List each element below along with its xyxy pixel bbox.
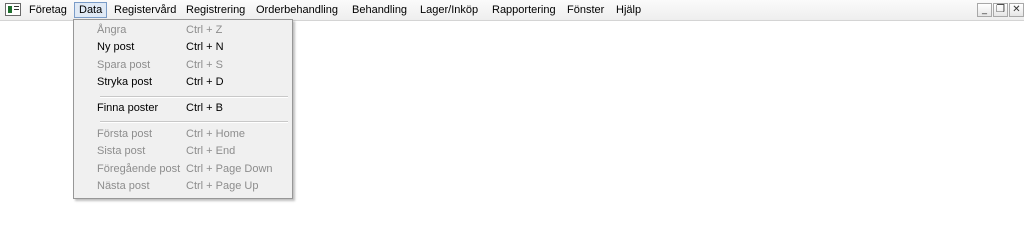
app-window-icon[interactable] xyxy=(5,3,21,16)
menu-rapportering[interactable]: Rapportering xyxy=(488,2,560,18)
restore-icon[interactable]: ❐ xyxy=(993,3,1008,17)
menu-item-shortcut: Ctrl + End xyxy=(186,145,236,157)
menu-registrering[interactable]: Registrering xyxy=(182,2,249,18)
menu-fonster-label: Fönster xyxy=(567,4,605,16)
menu-hjalp[interactable]: Hjälp xyxy=(612,2,645,18)
menu-item-shortcut: Ctrl + S xyxy=(186,59,223,71)
menu-item-spara-post[interactable]: Spara post Ctrl + S xyxy=(76,57,290,74)
menu-item-ny-post[interactable]: Ny post Ctrl + N xyxy=(76,39,290,56)
menu-item-shortcut: Ctrl + Page Up xyxy=(186,180,259,192)
menu-item-label: Första post xyxy=(97,128,153,140)
menu-lager-inkop-label: Lager/Inköp xyxy=(420,4,479,16)
menu-item-shortcut: Ctrl + Home xyxy=(186,128,245,140)
menu-item-forsta-post[interactable]: Första post Ctrl + Home xyxy=(76,126,290,143)
menu-hjalp-label: Hjälp xyxy=(616,4,642,16)
menu-item-shortcut: Ctrl + Page Down xyxy=(186,163,273,175)
menu-item-label: Föregående post xyxy=(97,163,181,175)
menu-item-label: Ny post xyxy=(97,41,135,53)
menu-registrering-label: Registrering xyxy=(186,4,246,16)
menu-item-label: Stryka post xyxy=(97,76,153,88)
menu-lager-inkop[interactable]: Lager/Inköp xyxy=(416,2,482,18)
menu-item-label: Nästa post xyxy=(97,180,150,192)
menu-item-nasta-post[interactable]: Nästa post Ctrl + Page Up xyxy=(76,178,290,195)
menu-foretag-label: Företag xyxy=(29,4,67,16)
menu-orderbehandling[interactable]: Orderbehandling xyxy=(252,2,342,18)
data-menu-dropdown: Ångra Ctrl + Z Ny post Ctrl + N Spara po… xyxy=(73,19,293,199)
menu-item-label: Ångra xyxy=(97,24,127,36)
close-icon[interactable]: ✕ xyxy=(1009,3,1024,17)
menu-registervard[interactable]: Registervård xyxy=(110,2,180,18)
menu-item-shortcut: Ctrl + N xyxy=(186,41,224,53)
menu-item-shortcut: Ctrl + B xyxy=(186,102,223,114)
menu-data[interactable]: Data xyxy=(74,2,108,18)
menu-item-shortcut: Ctrl + D xyxy=(186,76,224,88)
menu-item-angra[interactable]: Ångra Ctrl + Z xyxy=(76,22,290,39)
menu-item-label: Spara post xyxy=(97,59,151,71)
menu-behandling-label: Behandling xyxy=(352,4,408,16)
menu-separator xyxy=(100,96,288,98)
menu-item-label: Sista post xyxy=(97,145,146,157)
menu-item-sista-post[interactable]: Sista post Ctrl + End xyxy=(76,143,290,160)
menu-rapportering-label: Rapportering xyxy=(492,4,556,16)
menu-registervard-label: Registervård xyxy=(114,4,177,16)
menu-foretag[interactable]: Företag xyxy=(25,2,71,18)
menu-item-stryka-post[interactable]: Stryka post Ctrl + D xyxy=(76,74,290,91)
menu-behandling[interactable]: Behandling xyxy=(348,2,411,18)
menu-item-label: Finna poster xyxy=(97,102,159,114)
menu-item-foregaende-post[interactable]: Föregående post Ctrl + Page Down xyxy=(76,161,290,178)
menu-data-label: Data xyxy=(79,4,103,16)
menu-bar: Företag Data Registervård Registrering O… xyxy=(0,0,1024,21)
menu-item-shortcut: Ctrl + Z xyxy=(186,24,223,36)
menu-separator xyxy=(100,121,288,123)
menu-item-finna-poster[interactable]: Finna poster Ctrl + B xyxy=(76,100,290,117)
menu-fonster[interactable]: Fönster xyxy=(563,2,608,18)
minimize-icon[interactable]: _ xyxy=(977,3,992,17)
menu-orderbehandling-label: Orderbehandling xyxy=(256,4,338,16)
